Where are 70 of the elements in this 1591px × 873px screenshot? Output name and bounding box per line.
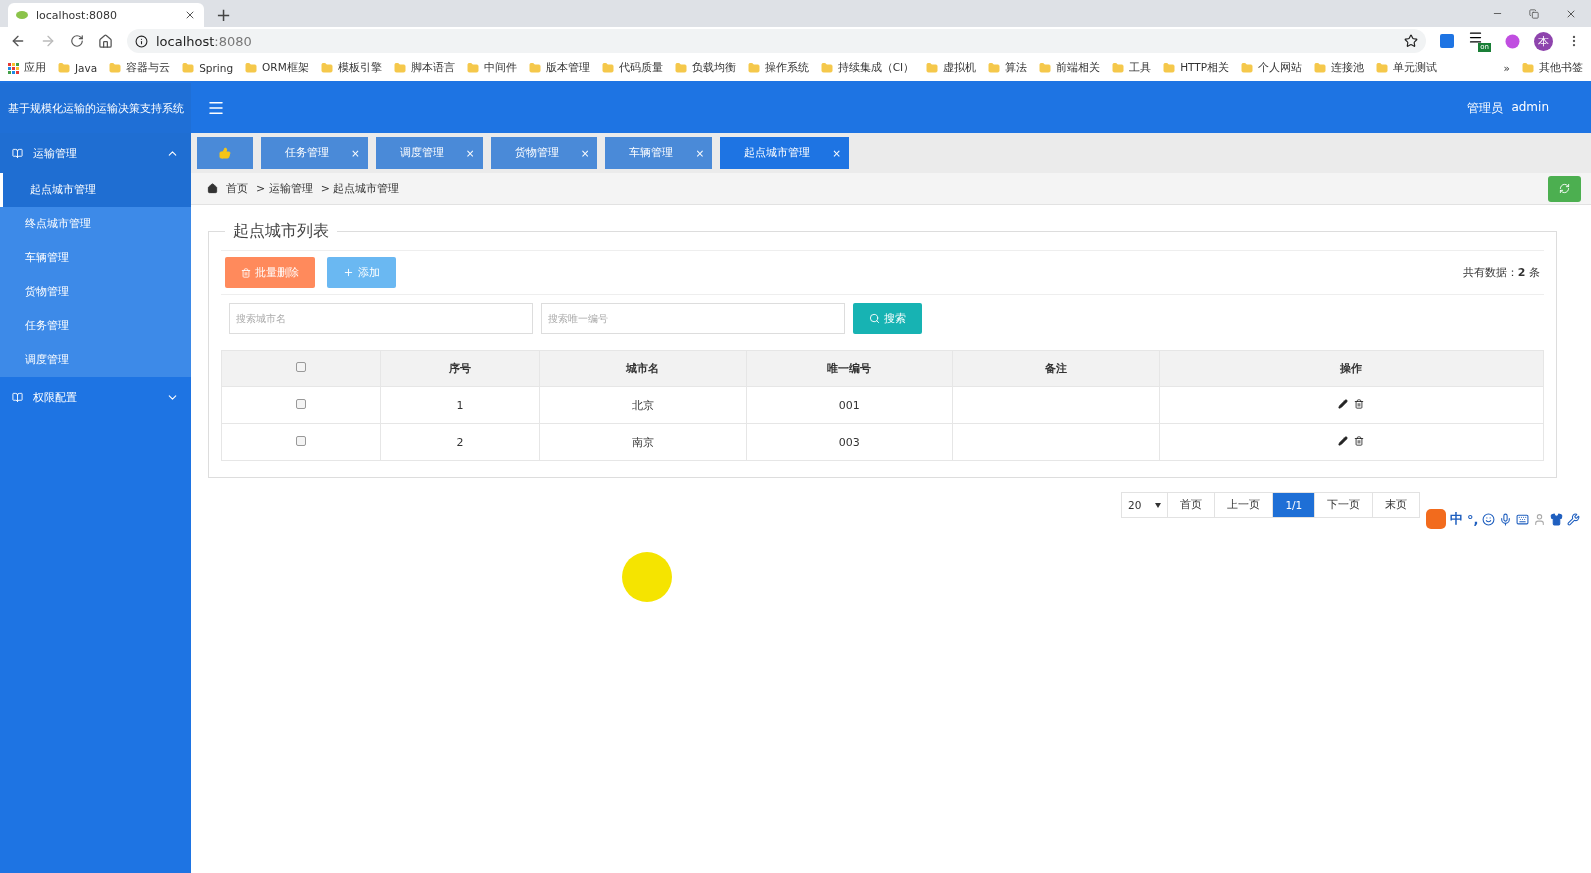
bookmark-folder[interactable]: 前端相关	[1039, 61, 1101, 75]
column-header: 城市名	[539, 350, 746, 387]
apps-bookmark[interactable]: 应用	[8, 61, 46, 75]
column-header: 唯一编号	[746, 350, 953, 387]
breadcrumb-item[interactable]: > 起点城市管理	[320, 181, 400, 196]
panel-title: 起点城市列表	[225, 221, 337, 242]
page-tab[interactable]: 任务管理 ×	[261, 137, 368, 169]
bookmark-folder[interactable]: 操作系统	[747, 61, 809, 75]
table-cell: 001	[746, 386, 953, 424]
table-cell: 003	[746, 423, 953, 461]
bookmark-folder[interactable]: 虚拟机	[926, 61, 977, 75]
sidebar-item[interactable]: 车辆管理	[0, 241, 191, 275]
sidebar-group[interactable]: 权限配置	[0, 377, 191, 417]
profile-avatar[interactable]: 本	[1534, 31, 1553, 51]
user-role: 管理员	[1467, 99, 1504, 117]
bookmark-folder[interactable]: 中间件	[466, 61, 517, 75]
page-tab[interactable]: 货物管理 ×	[490, 137, 598, 169]
search-field[interactable]: 搜索唯一编号	[541, 303, 845, 334]
bookmark-folder[interactable]: ORM框架	[245, 61, 309, 75]
sidebar-item[interactable]: 调度管理	[0, 343, 191, 377]
table-cell: 南京	[539, 423, 746, 461]
address-bar[interactable]: localhost:8080	[127, 29, 1426, 53]
sidebar-item[interactable]: 终点城市管理	[0, 207, 191, 241]
column-header: 操作	[1159, 350, 1544, 387]
page-tab[interactable]: 调度管理 ×	[375, 137, 483, 169]
browser-tab[interactable]: localhost:8080	[8, 3, 204, 27]
bookmarks-overflow[interactable]: »	[1503, 62, 1510, 74]
breadcrumb-item[interactable]: 首页	[226, 181, 248, 196]
column-header: 备注	[952, 350, 1160, 387]
bookmark-folder[interactable]: 模板引擎	[320, 61, 382, 75]
page-tab[interactable]: 起点城市管理 ×	[720, 137, 850, 169]
bookmark-folder[interactable]: 负载均衡	[674, 61, 736, 75]
bookmark-folder[interactable]: 容器与云	[109, 61, 171, 75]
page-button[interactable]: 末页	[1373, 492, 1421, 518]
tab-title: localhost:8080	[36, 8, 118, 22]
table-cell: 2	[380, 423, 540, 461]
breadcrumb-item[interactable]: > 运输管理	[256, 181, 313, 196]
ime-punctuation[interactable]: °,	[1467, 511, 1479, 527]
sidebar-item[interactable]: 起点城市管理	[0, 173, 191, 207]
bookmark-folder[interactable]: 代码质量	[601, 61, 663, 75]
bookmark-folder[interactable]: Spring	[182, 62, 234, 74]
page-tab[interactable]: 车辆管理 ×	[605, 137, 713, 169]
user-name[interactable]: admin	[1511, 99, 1549, 117]
bookmark-folder[interactable]: Java	[58, 62, 98, 74]
search-field[interactable]: 搜索城市名	[229, 303, 533, 334]
app-title: 基于规模化运输的运输决策支持系统	[0, 83, 191, 133]
bookmark-folder[interactable]: 其他书签	[1522, 61, 1583, 75]
bookmark-folder[interactable]: 工具	[1112, 61, 1152, 75]
page-button[interactable]: 上一页	[1215, 492, 1274, 518]
page-button[interactable]: 1/1	[1273, 492, 1316, 518]
page-button[interactable]: 下一页	[1315, 492, 1374, 518]
bookmark-folder[interactable]: 版本管理	[528, 61, 590, 75]
column-header: 序号	[380, 350, 540, 387]
bookmark-folder[interactable]: 单元测试	[1376, 61, 1437, 75]
bookmark-folder[interactable]: 持续集成（CI）	[820, 61, 915, 75]
page-button[interactable]: 首页	[1168, 492, 1216, 518]
bookmark-folder[interactable]: HTTP相关	[1163, 61, 1229, 75]
ime-mode[interactable]: 中	[1450, 510, 1463, 528]
table-cell: 北京	[539, 386, 746, 424]
sidebar-item[interactable]: 货物管理	[0, 275, 191, 309]
table-cell: 1	[380, 386, 540, 424]
bookmark-folder[interactable]: 个人网站	[1241, 61, 1302, 75]
bookmark-folder[interactable]: 算法	[988, 61, 1028, 75]
record-count: 共有数据：2 条	[1462, 265, 1540, 280]
new-tab-button[interactable]: +	[216, 4, 232, 25]
bookmark-folder[interactable]: 脚本语言	[393, 61, 455, 75]
bookmark-folder[interactable]: 连接池	[1314, 61, 1364, 75]
page-size-select[interactable]: 20	[1121, 492, 1169, 518]
sidebar-item[interactable]: 任务管理	[0, 309, 191, 343]
sidebar-group[interactable]: 运输管理	[0, 133, 191, 173]
